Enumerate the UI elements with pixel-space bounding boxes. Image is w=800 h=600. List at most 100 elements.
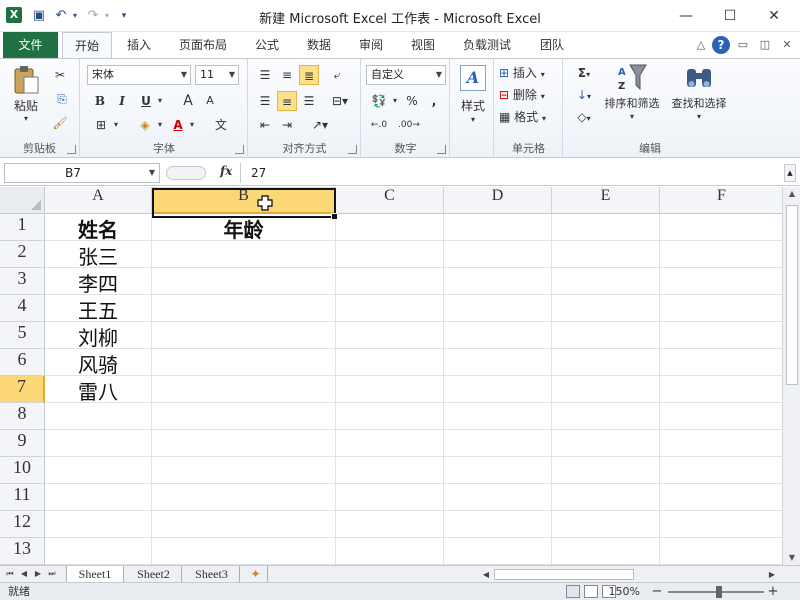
increase-indent-icon[interactable]: ⇥ xyxy=(277,115,297,135)
cell-b6[interactable] xyxy=(152,349,336,376)
tab-page-layout[interactable]: 页面布局 xyxy=(170,32,236,58)
cell-e10[interactable] xyxy=(552,457,660,484)
cell-e1[interactable] xyxy=(552,214,660,241)
percent-button[interactable]: % xyxy=(404,91,420,111)
undo-dropdown-icon[interactable]: ▾ xyxy=(70,6,80,26)
row-header-12[interactable]: 12 xyxy=(0,511,45,538)
cell-e3[interactable] xyxy=(552,268,660,295)
tab-formulas[interactable]: 公式 xyxy=(244,32,290,58)
cell-a13[interactable] xyxy=(45,538,152,565)
column-header-d[interactable]: D xyxy=(444,187,552,214)
cell-f2[interactable] xyxy=(660,241,782,268)
cell-b13[interactable] xyxy=(152,538,336,565)
cell-e5[interactable] xyxy=(552,322,660,349)
sheet-tab-sheet3[interactable]: Sheet3 xyxy=(184,566,240,583)
align-left-icon[interactable]: ☰ xyxy=(255,91,275,111)
cell-d3[interactable] xyxy=(444,268,552,295)
comma-button[interactable]: , xyxy=(426,91,442,111)
cell-b5[interactable] xyxy=(152,322,336,349)
vertical-scrollbar[interactable]: ▲ ▼ xyxy=(782,187,800,565)
cell-c10[interactable] xyxy=(336,457,444,484)
underline-button[interactable]: U xyxy=(137,91,155,111)
autosum-button[interactable]: Σ▾ xyxy=(570,63,598,83)
tab-team[interactable]: 团队 xyxy=(530,32,574,58)
border-icon[interactable]: ⊞ xyxy=(91,115,111,135)
selected-cell-b7[interactable] xyxy=(152,188,338,220)
copy-icon[interactable]: ⎘ xyxy=(50,89,74,109)
cut-icon[interactable]: ✂ xyxy=(50,65,70,85)
scroll-up-icon[interactable]: ▲ xyxy=(786,187,798,201)
prev-sheet-icon[interactable]: ◀ xyxy=(18,567,30,581)
alignment-launcher-icon[interactable] xyxy=(348,145,357,154)
row-header-10[interactable]: 10 xyxy=(0,457,45,484)
font-size-combo[interactable]: 11 ▼ xyxy=(195,65,239,85)
cell-f9[interactable] xyxy=(660,430,782,457)
align-center-icon[interactable]: ≡ xyxy=(277,91,297,111)
format-cells-button[interactable]: ▦ 格式 ▾ xyxy=(499,107,561,127)
fill-color-icon[interactable]: ◈ xyxy=(135,115,155,135)
shrink-font-button[interactable]: A xyxy=(201,91,219,111)
cell-a5[interactable]: 刘柳 xyxy=(45,322,152,350)
cell-b9[interactable] xyxy=(152,430,336,457)
cell-d11[interactable] xyxy=(444,484,552,511)
cell-c7[interactable] xyxy=(336,376,444,403)
cell-e4[interactable] xyxy=(552,295,660,322)
horizontal-scrollbar[interactable]: ◀ ▶ xyxy=(480,568,780,581)
cell-f6[interactable] xyxy=(660,349,782,376)
cell-f13[interactable] xyxy=(660,538,782,565)
fill-dropdown-icon[interactable]: ▾ xyxy=(155,115,165,135)
cell-f3[interactable] xyxy=(660,268,782,295)
row-header-5[interactable]: 5 xyxy=(0,322,45,349)
scroll-right-icon[interactable]: ▶ xyxy=(766,568,778,582)
wrap-text-icon[interactable]: ⤶ xyxy=(327,65,347,85)
expand-formula-bar-icon[interactable]: ▲ xyxy=(784,164,796,182)
cell-a1[interactable]: 姓名 xyxy=(45,214,152,242)
cell-a4[interactable]: 王五 xyxy=(45,295,152,323)
help-icon[interactable]: ? xyxy=(712,36,730,54)
row-header-2[interactable]: 2 xyxy=(0,241,45,268)
scroll-left-icon[interactable]: ◀ xyxy=(480,568,492,582)
cell-b4[interactable] xyxy=(152,295,336,322)
cell-d13[interactable] xyxy=(444,538,552,565)
column-header-e[interactable]: E xyxy=(552,187,660,214)
styles-button[interactable]: A 样式 ▾ xyxy=(455,65,491,131)
align-top-icon[interactable]: ☰ xyxy=(255,65,275,85)
cell-f11[interactable] xyxy=(660,484,782,511)
phonetic-button[interactable]: 文 xyxy=(211,115,231,135)
border-dropdown-icon[interactable]: ▾ xyxy=(111,115,121,135)
cell-e8[interactable] xyxy=(552,403,660,430)
cell-a11[interactable] xyxy=(45,484,152,511)
scroll-down-icon[interactable]: ▼ xyxy=(786,551,798,565)
cell-f12[interactable] xyxy=(660,511,782,538)
cell-a7[interactable]: 雷八 xyxy=(45,376,152,404)
font-color-dropdown-icon[interactable]: ▾ xyxy=(187,115,197,135)
format-painter-icon[interactable]: 🖌 xyxy=(50,113,70,133)
row-header-3[interactable]: 3 xyxy=(0,268,45,295)
cell-b10[interactable] xyxy=(152,457,336,484)
collapse-ribbon-icon[interactable]: △ xyxy=(694,36,708,54)
clipboard-launcher-icon[interactable] xyxy=(67,145,76,154)
insert-sheet-icon[interactable]: ✦ xyxy=(244,566,268,583)
decrease-indent-icon[interactable]: ⇤ xyxy=(255,115,275,135)
paste-button[interactable]: 粘贴 ▾ xyxy=(8,65,44,125)
cell-b8[interactable] xyxy=(152,403,336,430)
row-header-8[interactable]: 8 xyxy=(0,403,45,430)
redo-icon[interactable]: ↷ xyxy=(84,6,102,26)
cell-a3[interactable]: 李四 xyxy=(45,268,152,296)
cell-b1[interactable]: 年龄 xyxy=(152,214,336,242)
name-box[interactable]: B7 ▼ xyxy=(4,163,160,183)
decrease-decimal-button[interactable]: .00→ xyxy=(394,115,424,135)
sheet-tab-sheet1[interactable]: Sheet1 xyxy=(66,566,124,583)
cell-e11[interactable] xyxy=(552,484,660,511)
cell-f8[interactable] xyxy=(660,403,782,430)
formula-input[interactable]: 27 xyxy=(240,163,780,183)
cell-c6[interactable] xyxy=(336,349,444,376)
cell-b2[interactable] xyxy=(152,241,336,268)
font-launcher-icon[interactable] xyxy=(235,145,244,154)
align-right-icon[interactable]: ☰ xyxy=(299,91,319,111)
grow-font-button[interactable]: A xyxy=(179,91,197,111)
customize-qat-icon[interactable]: ▾ xyxy=(118,6,130,26)
column-header-f[interactable]: F xyxy=(660,187,782,214)
fill-button[interactable]: ↓▾ xyxy=(570,85,598,105)
cell-a8[interactable] xyxy=(45,403,152,430)
